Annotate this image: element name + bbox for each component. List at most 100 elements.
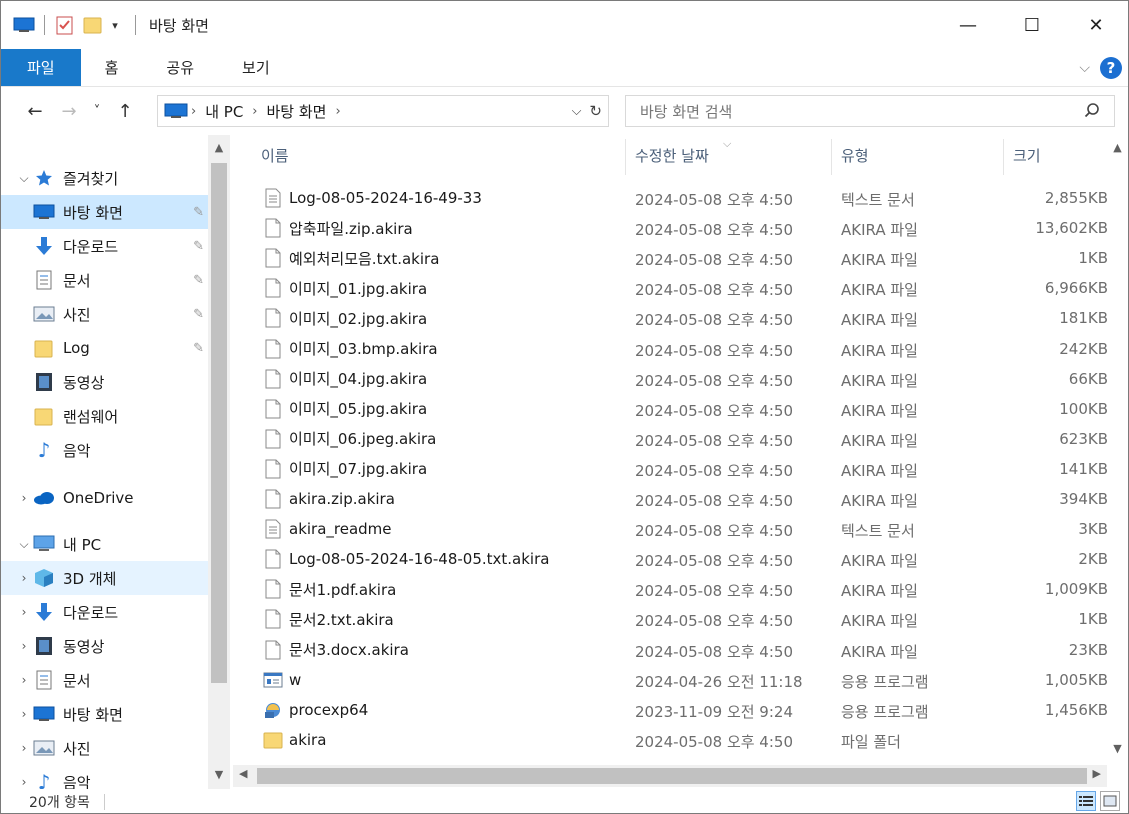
- file-date: 2024-05-08 오후 4:50: [635, 461, 793, 480]
- sidebar-item-this-pc[interactable]: ⌵ 내 PC: [1, 527, 208, 561]
- file-row[interactable]: akira_readme 2024-05-08 오후 4:50 텍스트 문서 3KB: [255, 513, 1110, 543]
- minimize-button[interactable]: —: [936, 1, 1000, 49]
- horizontal-scrollbar[interactable]: ◀ ▶: [233, 765, 1107, 787]
- sidebar-item-music[interactable]: ♪ 음악: [1, 433, 208, 467]
- file-row[interactable]: 이미지_06.jpeg.akira 2024-05-08 오후 4:50 AKIRA…: [255, 423, 1110, 453]
- file-row[interactable]: 문서2.txt.akira 2024-05-08 오후 4:50 AKIRA 파일 1…: [255, 603, 1110, 633]
- pin-icon[interactable]: ✎: [193, 239, 204, 254]
- large-icons-view-icon[interactable]: [1100, 791, 1120, 811]
- file-row[interactable]: akira 2024-05-08 오후 4:50 파일 폴더: [255, 724, 1110, 754]
- close-button[interactable]: ✕: [1064, 1, 1128, 49]
- file-row[interactable]: 문서1.pdf.akira 2024-05-08 오후 4:50 AKIRA 파일 1…: [255, 573, 1110, 603]
- expand-ribbon-icon[interactable]: ⌵: [1079, 60, 1090, 76]
- sidebar-item-pc-pictures[interactable]: › 사진: [1, 731, 208, 765]
- sidebar-item-pc-videos[interactable]: › 동영상: [1, 629, 208, 663]
- tab-view[interactable]: 보기: [218, 49, 294, 86]
- customize-toolbar-icon[interactable]: ▾: [104, 14, 126, 36]
- scroll-up-icon[interactable]: ▲: [1107, 141, 1128, 154]
- collapse-chevron-icon[interactable]: ⌵: [15, 171, 33, 186]
- expand-chevron-icon[interactable]: ›: [15, 741, 33, 755]
- scroll-down-icon[interactable]: ▼: [1107, 742, 1128, 755]
- address-dropdown-icon[interactable]: ⌵: [572, 104, 582, 119]
- sidebar-item-3d-objects[interactable]: › 3D 개체: [1, 561, 208, 595]
- sidebar-item-quick-access[interactable]: ⌵ 즐겨찾기: [1, 161, 208, 195]
- column-header-type[interactable]: 유형: [841, 135, 869, 175]
- file-row[interactable]: akira.zip.akira 2024-05-08 오후 4:50 AKIRA 파…: [255, 483, 1110, 513]
- expand-chevron-icon[interactable]: ›: [15, 491, 33, 505]
- tab-file[interactable]: 파일: [1, 49, 81, 86]
- file-type: 응용 프로그램: [841, 672, 929, 691]
- sidebar-item-pc-music[interactable]: › ♪ 음악: [1, 765, 208, 789]
- expand-chevron-icon[interactable]: ›: [15, 775, 33, 789]
- recent-locations-button[interactable]: ˅: [83, 104, 111, 119]
- maximize-button[interactable]: ☐: [1000, 1, 1064, 49]
- file-size: 394KB: [1059, 490, 1108, 508]
- sidebar-item-documents[interactable]: 문서 ✎: [1, 263, 208, 297]
- tab-home[interactable]: 홈: [81, 49, 143, 86]
- scrollbar-thumb[interactable]: [257, 768, 1087, 784]
- navigation-scrollbar[interactable]: ▲ ▼: [208, 135, 230, 789]
- sidebar-item-pc-documents[interactable]: › 문서: [1, 663, 208, 697]
- sidebar-item-pc-desktop[interactable]: › 바탕 화면: [1, 697, 208, 731]
- scroll-right-icon[interactable]: ▶: [1093, 767, 1101, 780]
- file-row[interactable]: 예외처리모음.txt.akira 2024-05-08 오후 4:50 AKIRA …: [255, 242, 1110, 272]
- collapse-chevron-icon[interactable]: ⌵: [15, 537, 33, 552]
- forward-button[interactable]: →: [55, 101, 83, 122]
- file-type: AKIRA 파일: [841, 251, 918, 270]
- expand-chevron-icon[interactable]: ›: [15, 571, 33, 585]
- help-icon[interactable]: ?: [1100, 57, 1122, 79]
- file-row[interactable]: 이미지_03.bmp.akira 2024-05-08 오후 4:50 AKIRA …: [255, 333, 1110, 363]
- file-row[interactable]: procexp64 2023-11-09 오전 9:24 응용 프로그램 1,456K…: [255, 694, 1110, 724]
- sidebar-item-downloads[interactable]: 다운로드 ✎: [1, 229, 208, 263]
- expand-chevron-icon[interactable]: ›: [15, 605, 33, 619]
- breadcrumb-separator-icon[interactable]: ›: [335, 104, 340, 119]
- file-row[interactable]: 이미지_01.jpg.akira 2024-05-08 오후 4:50 AKIRA …: [255, 272, 1110, 302]
- refresh-button[interactable]: ↻: [589, 102, 602, 120]
- file-row[interactable]: w 2024-04-26 오전 11:18 응용 프로그램 1,005KB: [255, 664, 1110, 694]
- breadcrumb-separator-icon[interactable]: ›: [252, 104, 257, 119]
- pin-icon[interactable]: ✎: [193, 205, 204, 220]
- file-row[interactable]: 이미지_02.jpg.akira 2024-05-08 오후 4:50 AKIRA …: [255, 302, 1110, 332]
- address-bar[interactable]: › 내 PC › 바탕 화면 › ⌵ ↻: [157, 95, 609, 127]
- properties-icon[interactable]: [54, 14, 76, 36]
- new-folder-icon[interactable]: [82, 14, 104, 36]
- desktop-icon[interactable]: [13, 14, 35, 36]
- scroll-down-icon[interactable]: ▼: [208, 768, 230, 781]
- sidebar-item-log[interactable]: Log ✎: [1, 331, 208, 365]
- details-view-icon[interactable]: [1076, 791, 1096, 811]
- search-input[interactable]: 바탕 화면 검색: [625, 95, 1115, 127]
- file-row[interactable]: 이미지_07.jpg.akira 2024-05-08 오후 4:50 AKIRA …: [255, 453, 1110, 483]
- file-row[interactable]: 이미지_04.jpg.akira 2024-05-08 오후 4:50 AKIRA …: [255, 363, 1110, 393]
- file-row[interactable]: 문서3.docx.akira 2024-05-08 오후 4:50 AKIRA 파일…: [255, 634, 1110, 664]
- file-row[interactable]: 압축파일.zip.akira 2024-05-08 오후 4:50 AKIRA 파일…: [255, 212, 1110, 242]
- expand-chevron-icon[interactable]: ›: [15, 673, 33, 687]
- sidebar-item-pictures[interactable]: 사진 ✎: [1, 297, 208, 331]
- breadcrumb-pc[interactable]: 내 PC: [205, 101, 243, 122]
- sidebar-item-desktop[interactable]: 바탕 화면 ✎: [1, 195, 208, 229]
- column-header-size[interactable]: 크기: [1013, 135, 1041, 175]
- sidebar-item-ransomware[interactable]: 랜섬웨어: [1, 399, 208, 433]
- tab-share[interactable]: 공유: [142, 49, 218, 86]
- pin-icon[interactable]: ✎: [193, 307, 204, 322]
- expand-chevron-icon[interactable]: ›: [15, 639, 33, 653]
- expand-chevron-icon[interactable]: ›: [15, 707, 33, 721]
- breadcrumb-desktop[interactable]: 바탕 화면: [267, 101, 327, 122]
- column-header-date[interactable]: 수정한 날짜: [635, 135, 709, 175]
- pin-icon[interactable]: ✎: [193, 273, 204, 288]
- file-list-scrollbar[interactable]: ▲ ▼: [1107, 135, 1128, 765]
- sidebar-item-pc-downloads[interactable]: › 다운로드: [1, 595, 208, 629]
- up-button[interactable]: ↑: [111, 101, 139, 122]
- scrollbar-thumb[interactable]: [211, 163, 227, 683]
- scroll-left-icon[interactable]: ◀: [239, 767, 247, 780]
- sidebar-item-onedrive[interactable]: › OneDrive: [1, 481, 208, 515]
- file-name: w: [289, 670, 302, 689]
- file-row[interactable]: Log-08-05-2024-16-48-05.txt.akira 2024-05…: [255, 543, 1110, 573]
- breadcrumb-separator-icon[interactable]: ›: [191, 104, 196, 119]
- file-row[interactable]: Log-08-05-2024-16-49-33 2024-05-08 오후 4:5…: [255, 182, 1110, 212]
- scroll-up-icon[interactable]: ▲: [208, 141, 230, 154]
- sidebar-item-videos[interactable]: 동영상: [1, 365, 208, 399]
- back-button[interactable]: ←: [21, 101, 49, 122]
- file-row[interactable]: 이미지_05.jpg.akira 2024-05-08 오후 4:50 AKIRA …: [255, 393, 1110, 423]
- pin-icon[interactable]: ✎: [193, 341, 204, 356]
- column-header-name[interactable]: 이름: [261, 135, 289, 175]
